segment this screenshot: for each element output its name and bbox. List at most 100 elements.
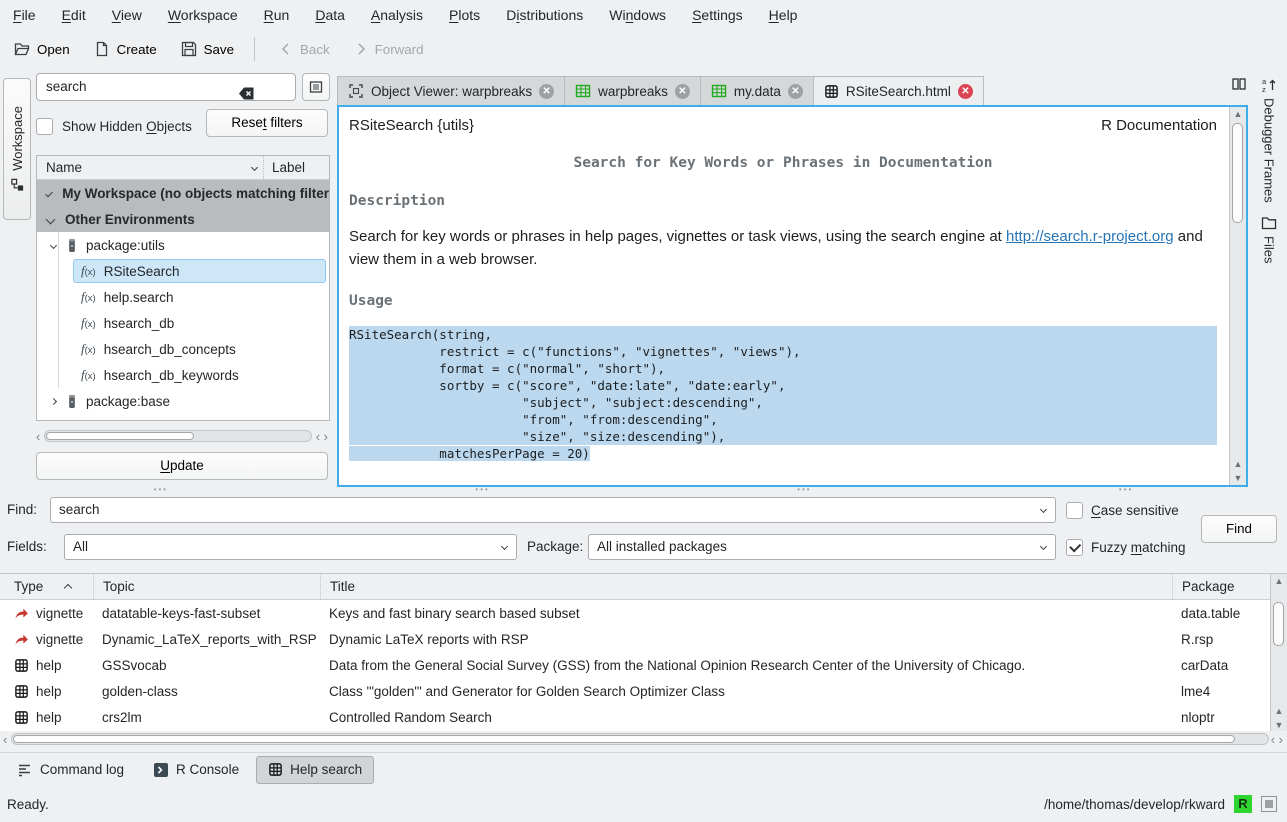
- tool-tab-files[interactable]: Files: [1251, 208, 1287, 269]
- scrollbar-thumb[interactable]: [1232, 123, 1243, 223]
- reset-filters-button[interactable]: Reset filters: [206, 109, 328, 137]
- clear-search-icon[interactable]: [238, 80, 255, 106]
- column-label: Type: [14, 579, 43, 594]
- vignette-icon: [14, 605, 29, 621]
- scroll-left-icon[interactable]: ‹: [36, 429, 40, 444]
- save-button[interactable]: Save: [171, 33, 244, 65]
- tree-row-other-environments[interactable]: Other Environments: [37, 206, 329, 232]
- menu-view[interactable]: View: [99, 0, 155, 30]
- column-header-title[interactable]: Title: [320, 574, 1172, 599]
- open-label: Open: [37, 42, 70, 57]
- result-row-crs2lm[interactable]: helpcrs2lmControlled Random Searchnloptr: [0, 704, 1287, 730]
- usage-code-block[interactable]: RSiteSearch(string, restrict = c("functi…: [349, 326, 1217, 462]
- stop-icon: [1265, 800, 1273, 808]
- workspace-tab-label: Workspace: [10, 106, 25, 171]
- object-filter-input[interactable]: search: [36, 73, 296, 101]
- scroll-left-icon[interactable]: ‹: [3, 732, 7, 747]
- back-button[interactable]: Back: [269, 33, 340, 65]
- find-button[interactable]: Find: [1201, 515, 1277, 543]
- scroll-down-icon[interactable]: ▼: [1271, 718, 1287, 732]
- code-line: "size", "size:descending"),: [349, 428, 1217, 445]
- tab-my-data[interactable]: my.data✕: [701, 76, 814, 105]
- menu-help[interactable]: Help: [756, 0, 811, 30]
- scrollbar-thumb[interactable]: [1273, 602, 1284, 646]
- menu-edit[interactable]: Edit: [49, 0, 99, 30]
- tool-tab-debugger-frames[interactable]: azDebugger Frames: [1251, 70, 1287, 208]
- menu-data[interactable]: Data: [302, 0, 358, 30]
- tab-warpbreaks[interactable]: warpbreaks✕: [565, 76, 701, 105]
- fields-combobox[interactable]: All: [64, 534, 517, 560]
- case-sensitive-checkbox[interactable]: [1066, 502, 1083, 519]
- chevron-down-icon[interactable]: [50, 241, 57, 248]
- scroll-up-icon[interactable]: ▲: [1271, 704, 1287, 718]
- horizontal-splitter[interactable]: •••••• ••••••: [0, 486, 1287, 493]
- scroll-up-icon[interactable]: ▲: [1230, 457, 1246, 471]
- document-vertical-scrollbar[interactable]: ▲ ▲ ▼: [1229, 107, 1246, 485]
- tree-row-hsearch-db[interactable]: f(x)hsearch_db: [37, 310, 329, 336]
- menu-file[interactable]: File: [0, 0, 49, 30]
- menu-distributions[interactable]: Distributions: [493, 0, 596, 30]
- close-icon[interactable]: ✕: [788, 84, 803, 99]
- rkward-window: FileEditViewWorkspaceRunDataAnalysisPlot…: [0, 0, 1287, 822]
- scroll-left-icon[interactable]: ‹: [1271, 732, 1275, 747]
- show-hidden-checkbox[interactable]: [36, 118, 53, 135]
- menu-windows[interactable]: Windows: [596, 0, 679, 30]
- close-icon[interactable]: ✕: [958, 84, 973, 99]
- tool-view-r-console[interactable]: R Console: [141, 756, 251, 784]
- search-engine-link[interactable]: http://search.r-project.org: [1006, 228, 1174, 245]
- tool-view-help-search[interactable]: Help search: [256, 756, 374, 784]
- tab-object-viewer-warpbreaks[interactable]: Object Viewer: warpbreaks✕: [337, 76, 565, 105]
- create-button[interactable]: Create: [84, 33, 167, 65]
- find-term-combobox[interactable]: search: [50, 497, 1056, 523]
- tab-rsitesearch-html[interactable]: RSiteSearch.html✕: [814, 76, 984, 105]
- tree-horizontal-scrollbar[interactable]: ‹ ‹ ›: [36, 428, 330, 444]
- tree-row-package-base[interactable]: package:base: [37, 388, 329, 414]
- filter-options-button[interactable]: [302, 73, 330, 101]
- result-row-gssvocab[interactable]: helpGSSvocabData from the General Social…: [0, 652, 1287, 678]
- tree-row-help-search[interactable]: f(x)help.search: [37, 284, 329, 310]
- scroll-right-icon[interactable]: ›: [324, 429, 328, 444]
- menu-run[interactable]: Run: [251, 0, 303, 30]
- update-button[interactable]: Update: [36, 452, 328, 480]
- tree-row-my-workspace-no-objects-matching-filter[interactable]: My Workspace (no objects matching filter: [37, 180, 329, 206]
- close-icon[interactable]: ✕: [539, 84, 554, 99]
- tree-row-hsearch-db-concepts[interactable]: f(x)hsearch_db_concepts: [37, 336, 329, 362]
- chevron-right-icon[interactable]: [50, 397, 57, 404]
- result-row-datatable-keys-fast-subset[interactable]: vignettedatatable-keys-fast-subsetKeys a…: [0, 600, 1287, 626]
- result-type: vignette: [36, 606, 83, 621]
- chevron-down-icon[interactable]: [45, 189, 53, 197]
- menu-workspace[interactable]: Workspace: [155, 0, 251, 30]
- column-header-topic[interactable]: Topic: [93, 574, 320, 599]
- results-vertical-scrollbar[interactable]: ▲ ▲ ▼: [1270, 574, 1287, 732]
- menu-settings[interactable]: Settings: [679, 0, 756, 30]
- scroll-up-icon[interactable]: ▲: [1230, 107, 1246, 121]
- result-row-dynamic-latex-reports-with-rsp[interactable]: vignetteDynamic_LaTeX_reports_with_RSPDy…: [0, 626, 1287, 652]
- workspace-tool-tab[interactable]: Workspace: [3, 78, 31, 220]
- label-column-header[interactable]: Label: [263, 156, 329, 179]
- scroll-up-icon[interactable]: ▲: [1271, 574, 1287, 588]
- fuzzy-matching-checkbox[interactable]: [1066, 539, 1083, 556]
- scroll-right-icon[interactable]: ›: [1279, 732, 1283, 747]
- menu-plots[interactable]: Plots: [436, 0, 493, 30]
- chevron-down-icon[interactable]: [46, 214, 56, 224]
- column-header-type[interactable]: Type: [0, 574, 93, 599]
- name-column-header[interactable]: Name: [37, 160, 263, 175]
- scroll-down-icon[interactable]: ▼: [1230, 471, 1246, 485]
- tree-row-hsearch-db-keywords[interactable]: f(x)hsearch_db_keywords: [37, 362, 329, 388]
- split-view-icon[interactable]: [1231, 75, 1247, 92]
- tree-row-rsitesearch[interactable]: f(x)RSiteSearch: [37, 258, 329, 284]
- close-icon[interactable]: ✕: [675, 84, 690, 99]
- menu-analysis[interactable]: Analysis: [358, 0, 436, 30]
- list-config-icon: [308, 79, 324, 96]
- results-horizontal-scrollbar[interactable]: ‹ ‹ ›: [0, 731, 1287, 747]
- interrupt-button[interactable]: [1261, 796, 1277, 812]
- forward-button[interactable]: Forward: [344, 33, 434, 65]
- tool-tab-label: Debugger Frames: [1262, 98, 1277, 203]
- scroll-left-icon[interactable]: ‹: [316, 429, 320, 444]
- save-icon: [181, 41, 197, 57]
- tool-view-command-log[interactable]: Command log: [5, 756, 136, 784]
- tree-row-package-utils[interactable]: package:utils: [37, 232, 329, 258]
- open-button[interactable]: Open: [4, 33, 80, 65]
- package-combobox[interactable]: All installed packages: [588, 534, 1056, 560]
- result-row-golden-class[interactable]: helpgolden-classClass '"golden"' and Gen…: [0, 678, 1287, 704]
